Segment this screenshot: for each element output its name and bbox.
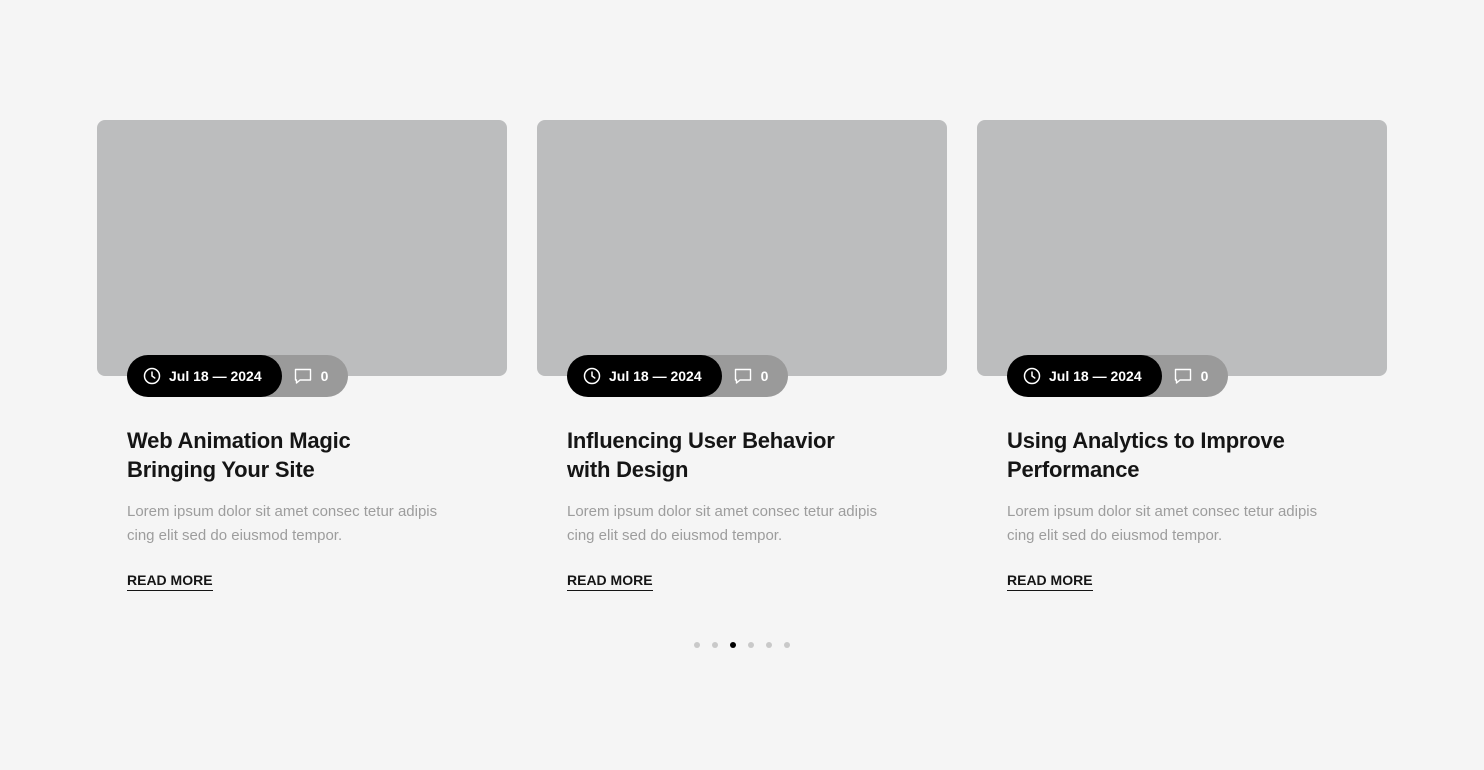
- date-text: Jul 18 — 2024: [169, 368, 262, 384]
- date-badge[interactable]: Jul 18 — 2024: [127, 355, 282, 397]
- date-text: Jul 18 — 2024: [609, 368, 702, 384]
- card-thumbnail[interactable]: [97, 120, 507, 376]
- pagination-dot[interactable]: [784, 642, 790, 648]
- card-body: Influencing User Behavior with Design Lo…: [537, 396, 947, 591]
- pagination-dot[interactable]: [694, 642, 700, 648]
- pagination-dots: [0, 642, 1484, 648]
- card-title[interactable]: Using Analytics to Improve Performance: [1007, 426, 1297, 484]
- comment-icon: [294, 368, 311, 384]
- pagination-dot[interactable]: [748, 642, 754, 648]
- blog-carousel: Jul 18 — 2024 0 Web Animation Magic Brin…: [97, 120, 1387, 591]
- pagination-dot-active[interactable]: [730, 642, 736, 648]
- card-thumbnail[interactable]: [537, 120, 947, 376]
- card-thumbnail[interactable]: [977, 120, 1387, 376]
- card-excerpt: Lorem ipsum dolor sit amet consec tetur …: [127, 503, 438, 544]
- comments-count: 0: [1200, 368, 1209, 384]
- date-badge[interactable]: Jul 18 — 2024: [567, 355, 722, 397]
- card-excerpt: Lorem ipsum dolor sit amet consec tetur …: [567, 503, 878, 544]
- pagination-dot[interactable]: [712, 642, 718, 648]
- blog-card: Jul 18 — 2024 0 Influencing User Behavio…: [537, 120, 947, 591]
- card-meta: Jul 18 — 2024 0: [567, 355, 789, 397]
- comment-icon: [1174, 368, 1191, 384]
- comments-count: 0: [320, 368, 329, 384]
- card-title[interactable]: Influencing User Behavior with Design: [567, 426, 857, 484]
- blog-card: Jul 18 — 2024 0 Using Analytics to Impro…: [977, 120, 1387, 591]
- card-meta: Jul 18 — 2024 0: [1007, 355, 1229, 397]
- blog-card: Jul 18 — 2024 0 Web Animation Magic Brin…: [97, 120, 507, 591]
- read-more-link[interactable]: READ MORE: [1007, 572, 1093, 591]
- card-excerpt: Lorem ipsum dolor sit amet consec tetur …: [1007, 503, 1318, 544]
- card-title[interactable]: Web Animation Magic Bringing Your Site: [127, 426, 417, 484]
- card-track: Jul 18 — 2024 0 Web Animation Magic Brin…: [97, 120, 1387, 591]
- card-meta: Jul 18 — 2024 0: [127, 355, 349, 397]
- clock-icon: [143, 367, 161, 385]
- clock-icon: [1023, 367, 1041, 385]
- date-badge[interactable]: Jul 18 — 2024: [1007, 355, 1162, 397]
- card-body: Using Analytics to Improve Performance L…: [977, 396, 1387, 591]
- comment-icon: [734, 368, 751, 384]
- read-more-link[interactable]: READ MORE: [127, 572, 213, 591]
- pagination-dot[interactable]: [766, 642, 772, 648]
- comments-count: 0: [760, 368, 769, 384]
- card-body: Web Animation Magic Bringing Your Site L…: [97, 396, 507, 591]
- read-more-link[interactable]: READ MORE: [567, 572, 653, 591]
- date-text: Jul 18 — 2024: [1049, 368, 1142, 384]
- clock-icon: [583, 367, 601, 385]
